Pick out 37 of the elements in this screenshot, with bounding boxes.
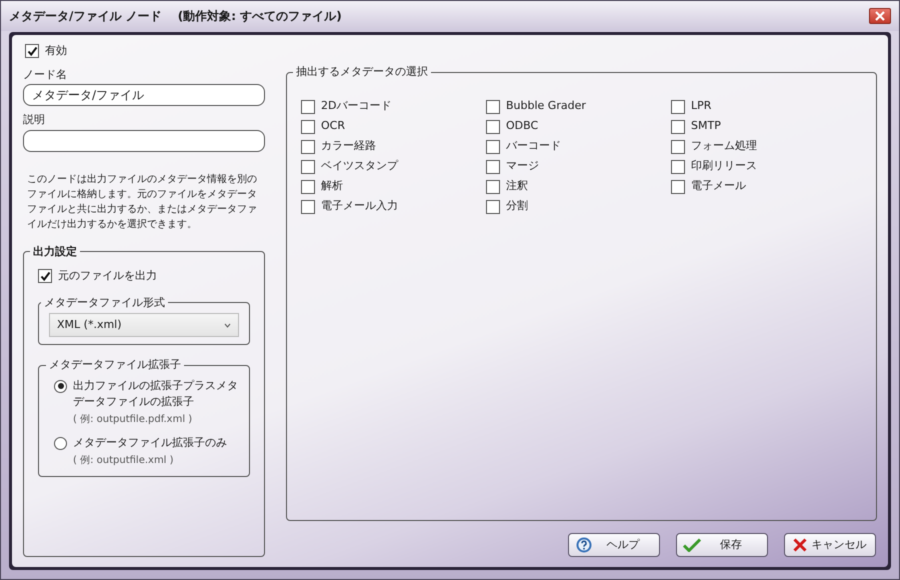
checkbox-label: 元のファイルを出力 bbox=[58, 268, 157, 284]
checkbox-label: 印刷リリース bbox=[691, 158, 757, 174]
checkbox-label: カラー経路 bbox=[321, 138, 376, 154]
cancel-button[interactable]: キャンセル bbox=[784, 533, 876, 557]
group-label: 抽出するメタデータの選択 bbox=[295, 64, 429, 80]
checkbox-label: ODBC bbox=[506, 118, 538, 134]
checkbox-label: 注釈 bbox=[506, 178, 528, 194]
checkbox-label: 有効 bbox=[45, 43, 67, 59]
checkbox-label: 解析 bbox=[321, 178, 343, 194]
checkbox-label: OCR bbox=[321, 118, 345, 134]
format-dropdown[interactable]: XML (*.xml) bbox=[49, 313, 239, 337]
checkbox-label: 2Dバーコード bbox=[321, 98, 392, 114]
radio-label: メタデータファイル拡張子のみ bbox=[73, 434, 227, 450]
checkbox-label: ベイツスタンプ bbox=[321, 158, 398, 174]
radio-label: 出力ファイルの拡張子プラスメタデータファイルの拡張子 bbox=[73, 378, 239, 410]
group-label: メタデータファイル形式 bbox=[43, 294, 166, 310]
field-label: ノード名 bbox=[23, 66, 68, 82]
example-text: ( 例: outputfile.xml ) bbox=[73, 454, 175, 468]
help-button[interactable]: ヘルプ bbox=[568, 533, 660, 557]
description-text: このノードは出力ファイルのメタデータ情報を別のファイルに格納します。元のファイルをメタデータファイルと共に出力するか、またはメタデータファイルだけ出力するかを選択できます。 bbox=[26, 172, 258, 232]
dropdown-value: XML (*.xml) bbox=[57, 316, 122, 333]
example-text: ( 例: outputfile.pdf.xml ) bbox=[73, 412, 194, 426]
checkbox-label: LPR bbox=[691, 98, 712, 114]
checkbox-label: 電子メール入力 bbox=[321, 198, 398, 214]
group-label: 出力設定 bbox=[32, 244, 78, 260]
save-button[interactable]: 保存 bbox=[676, 533, 768, 557]
text-field[interactable]: メタデータ/ファイル bbox=[23, 84, 265, 106]
window-title: メタデータ/ファイル ノード (動作対象: すべてのファイル) bbox=[9, 8, 342, 25]
field-label: 説明 bbox=[23, 112, 46, 128]
group-label: メタデータファイル拡張子 bbox=[48, 357, 182, 373]
checkbox-label: 分割 bbox=[506, 198, 528, 214]
checkbox-label: フォーム処理 bbox=[691, 138, 757, 154]
checkbox-label: バーコード bbox=[506, 138, 561, 154]
checkbox-label: マージ bbox=[506, 158, 539, 174]
checkbox-label: Bubble Grader bbox=[506, 98, 586, 114]
checkbox-label: 電子メール bbox=[691, 178, 746, 194]
checkbox-label: SMTP bbox=[691, 118, 721, 134]
